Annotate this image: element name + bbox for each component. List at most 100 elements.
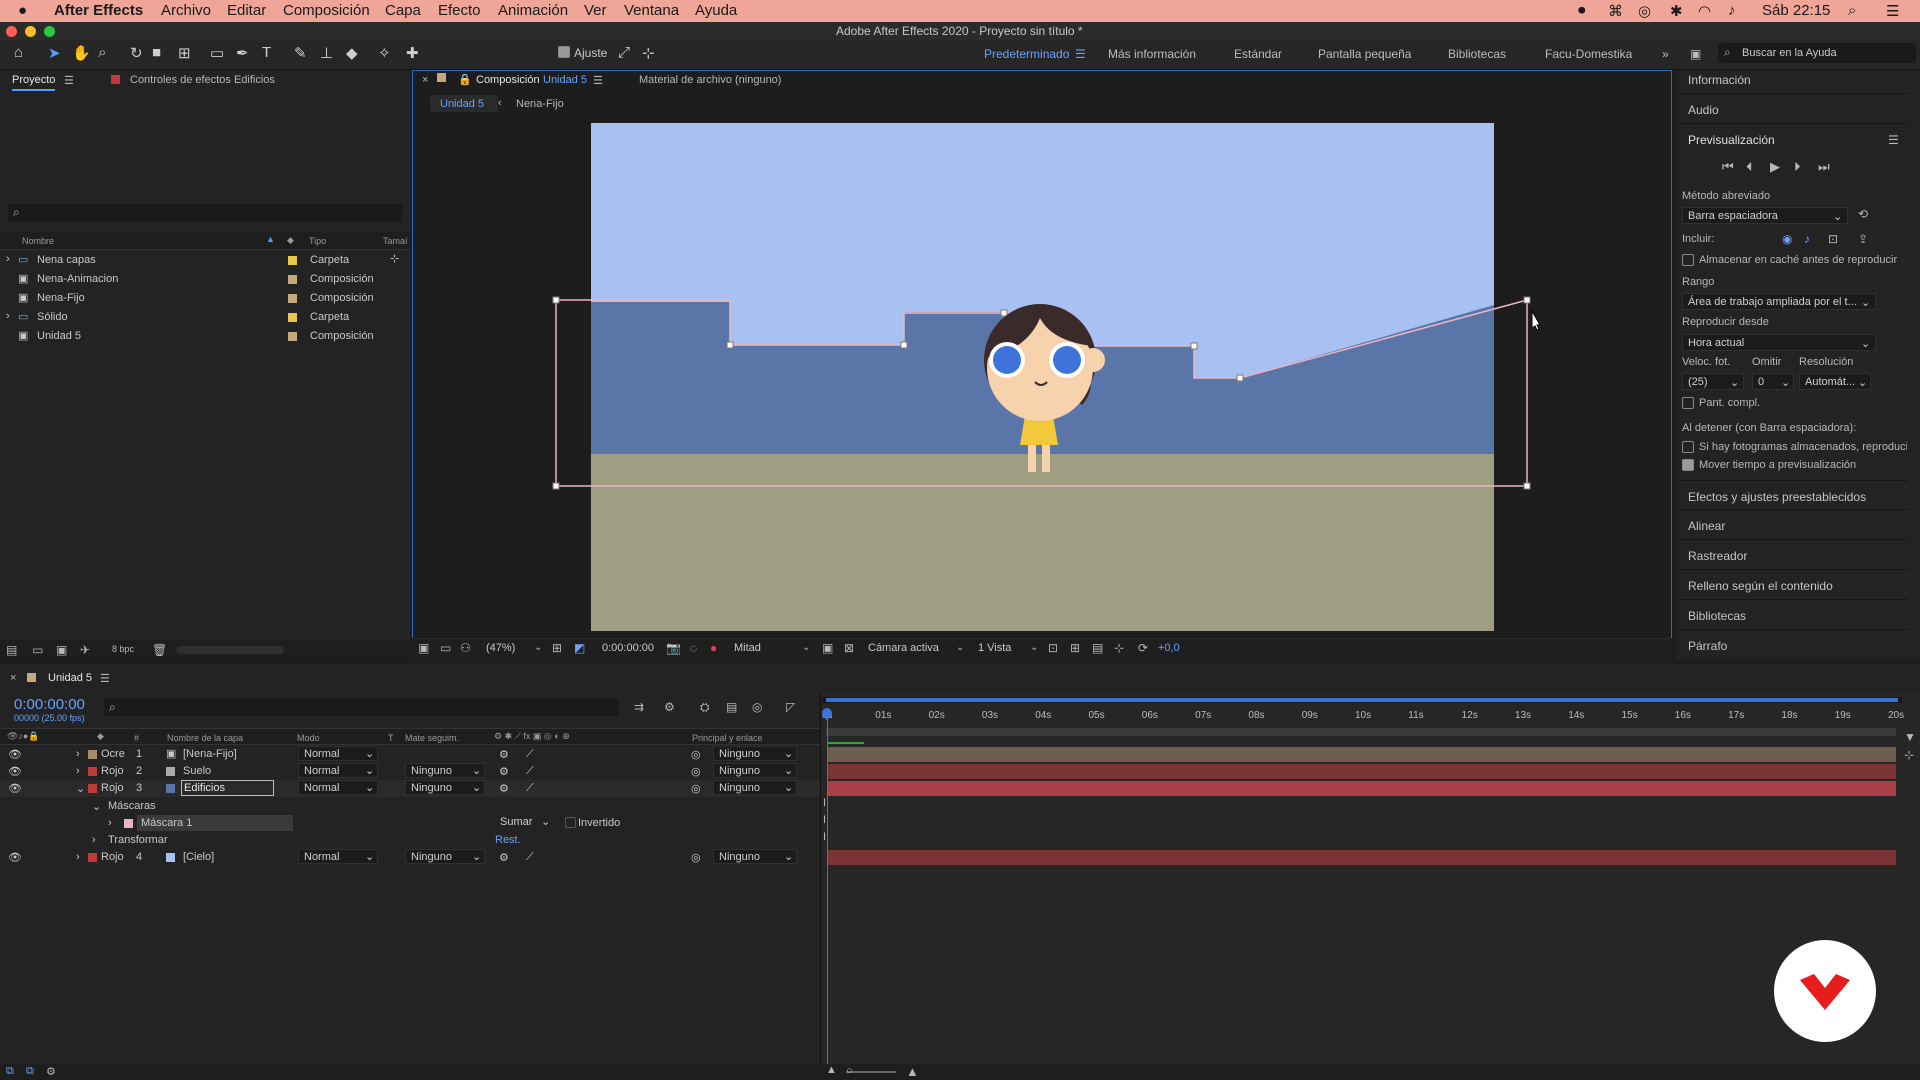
layer-row-selected[interactable]: 👁 ⌄ Rojo 3 Edificios Normal ⌄ Ninguno ⌄ ⚙ … (0, 780, 820, 797)
movetime-checkbox[interactable] (1682, 459, 1694, 471)
expand-arrow-icon[interactable]: › (76, 765, 80, 777)
crumb-nena-fijo[interactable]: Nena-Fijo (516, 98, 564, 110)
comp-timecode[interactable]: 0:00:00:00 (602, 642, 654, 654)
minimize-window-button[interactable] (25, 26, 36, 37)
flowchart-icon[interactable]: ⊹ (1114, 641, 1124, 655)
playhead[interactable] (827, 712, 828, 1064)
timeline-zoom-slider[interactable] (846, 1071, 896, 1073)
layer-label-swatch[interactable] (88, 853, 97, 862)
label-swatch[interactable] (288, 294, 297, 303)
skip-dropdown[interactable]: 0 ⌄ (1752, 373, 1794, 390)
sync-settings-icon[interactable]: ▣ (1690, 47, 1701, 61)
layer-row[interactable]: 👁 › Rojo 4 [Cielo] Normal ⌄ Ninguno ⌄ ⚙ ⟋ … (0, 849, 820, 866)
layer-label-swatch[interactable] (88, 750, 97, 759)
pen-tool-icon[interactable]: ✒ (236, 44, 249, 62)
expand-arrow-icon[interactable]: › (6, 253, 10, 265)
collapse-switch-icon[interactable]: ⚙ (499, 782, 509, 795)
panel-menu-icon[interactable]: ☰ (100, 672, 110, 685)
zoom-out-icon[interactable]: ▲ (826, 1064, 837, 1076)
exposure-value[interactable]: +0,0 (1158, 642, 1180, 654)
resolution-dropdown[interactable]: Mitad (734, 642, 761, 654)
layer-bar[interactable] (828, 781, 1896, 796)
eye-icon[interactable]: 👁 (8, 765, 22, 778)
eraser-tool-icon[interactable]: ◆ (346, 44, 358, 62)
layer-switches-toggle-icon[interactable]: ⧉ (6, 1065, 14, 1078)
flowchart-icon[interactable]: ⊹ (390, 252, 399, 265)
workspace-bibliotecas[interactable]: Bibliotecas (1448, 47, 1506, 61)
layer-label-swatch[interactable] (88, 784, 97, 793)
clock[interactable]: Sáb 22:15 (1762, 2, 1830, 19)
puppet-tool-icon[interactable]: ✚ (406, 44, 419, 62)
label-swatch[interactable] (288, 332, 297, 341)
quality-switch-icon[interactable]: ⟋ (526, 765, 534, 778)
show-snapshot-icon[interactable]: ◌ (690, 641, 697, 655)
project-item[interactable]: ▣ Nena-Fijo Composición (8, 289, 408, 308)
masks-group-row[interactable]: ⌄ Máscaras (0, 798, 820, 815)
expand-arrow-icon[interactable]: › (76, 748, 80, 760)
chevron-down-icon[interactable]: ⌄ (534, 642, 542, 653)
close-tab-icon[interactable]: × (422, 74, 428, 86)
footage-tab[interactable]: Material de archivo (ninguno) (639, 74, 781, 86)
parent-dropdown[interactable]: Ninguno ⌄ (713, 763, 797, 778)
panel-rastreador[interactable]: Rastreador (1678, 540, 1908, 570)
collapse-switch-icon[interactable]: ⚙ (499, 765, 509, 778)
bluetooth-icon[interactable]: ✱ (1670, 2, 1683, 20)
matte-dropdown[interactable]: Ninguno ⌄ (405, 763, 485, 778)
menu-ver[interactable]: Ver (584, 2, 607, 19)
panel-effects-presets[interactable]: Efectos y ajustes preestablecidos (1678, 480, 1908, 510)
more-workspaces-icon[interactable]: » (1662, 47, 1669, 61)
col-size[interactable]: Tamaí (383, 236, 408, 246)
brush-tool-icon[interactable]: ✎ (294, 44, 307, 62)
layer-bar[interactable] (828, 764, 1896, 779)
workspace-facu-domestika[interactable]: Facu-Domestika (1545, 47, 1632, 61)
frame-blending-icon[interactable]: ▤ (726, 700, 737, 714)
reset-exposure-icon[interactable]: ⟳ (1138, 641, 1148, 655)
parent-dropdown[interactable]: Ninguno ⌄ (713, 746, 797, 761)
label-column-icon[interactable]: ◆ (287, 235, 294, 246)
comp-tab-name[interactable]: Unidad 5 (543, 74, 587, 86)
settings-icon[interactable]: ✈ (80, 643, 90, 657)
reset-icon[interactable]: ⟲ (1858, 207, 1868, 221)
text-tool-icon[interactable]: T (262, 44, 271, 61)
col-mode[interactable]: Modo (297, 733, 320, 743)
lock-icon[interactable]: 🔒 (458, 73, 472, 86)
layer-mode-dropdown[interactable]: Normal ⌄ (298, 746, 378, 761)
interpret-footage-icon[interactable]: ▤ (6, 643, 17, 657)
render-time-toggle-icon[interactable]: ⚙ (46, 1065, 56, 1078)
always-preview-icon[interactable]: ▣ (418, 641, 429, 655)
include-video-icon[interactable]: ◉ (1782, 232, 1792, 246)
mask-color-swatch[interactable] (124, 819, 133, 828)
rectangle-tool-icon[interactable]: ▭ (210, 44, 224, 62)
col-matte[interactable]: Mate seguim. (405, 733, 459, 743)
mask-row[interactable]: › Máscara 1 Sumar ⌄ Invertido (0, 815, 820, 832)
workspace-predeterminado[interactable]: Predeterminado (984, 47, 1069, 61)
av-switches-icon[interactable]: 👁♪●🔒 (7, 731, 40, 742)
layer-search-input[interactable]: ⌕ (104, 699, 618, 716)
command-icon[interactable]: ⌘ (1608, 2, 1623, 20)
shortcut-dropdown[interactable]: Barra espaciadora ⌄ (1682, 207, 1848, 224)
expand-arrow-icon[interactable]: › (108, 817, 112, 829)
comp-button-icon[interactable]: ⊹ (1904, 748, 1914, 762)
clone-stamp-tool-icon[interactable]: ⊥ (320, 44, 333, 62)
panel-content-aware-fill[interactable]: Relleno según el contenido (1678, 570, 1908, 600)
parent-dropdown[interactable]: Ninguno ⌄ (713, 780, 797, 795)
include-overlays-icon[interactable]: ⊡ (1828, 232, 1838, 246)
graph-editor-icon[interactable]: ◸ (786, 700, 795, 714)
comp-tab-prefix[interactable]: Composición (476, 74, 540, 86)
fullscreen-checkbox[interactable] (1682, 397, 1694, 409)
sort-asc-icon[interactable]: ▲ (266, 234, 275, 244)
record-icon[interactable]: ⏺ (1578, 2, 1586, 19)
resolution-dropdown[interactable]: Automát... ⌄ (1799, 373, 1871, 390)
col-layer-name[interactable]: Nombre de la capa (167, 733, 243, 743)
layer-mode-dropdown[interactable]: Normal ⌄ (298, 780, 378, 795)
label-swatch[interactable] (288, 313, 297, 322)
project-search-input[interactable]: ⌕ (8, 204, 402, 222)
time-navigator-range[interactable] (826, 698, 1898, 702)
ifcached-checkbox[interactable] (1682, 441, 1694, 453)
wifi-icon[interactable]: ◠ (1698, 2, 1711, 20)
trash-icon[interactable]: 🗑 (152, 643, 167, 657)
cache-checkbox[interactable] (1682, 254, 1694, 266)
close-window-button[interactable] (6, 26, 17, 37)
eye-icon[interactable]: 👁 (8, 748, 22, 761)
parent-dropdown[interactable]: Ninguno ⌄ (713, 849, 797, 864)
